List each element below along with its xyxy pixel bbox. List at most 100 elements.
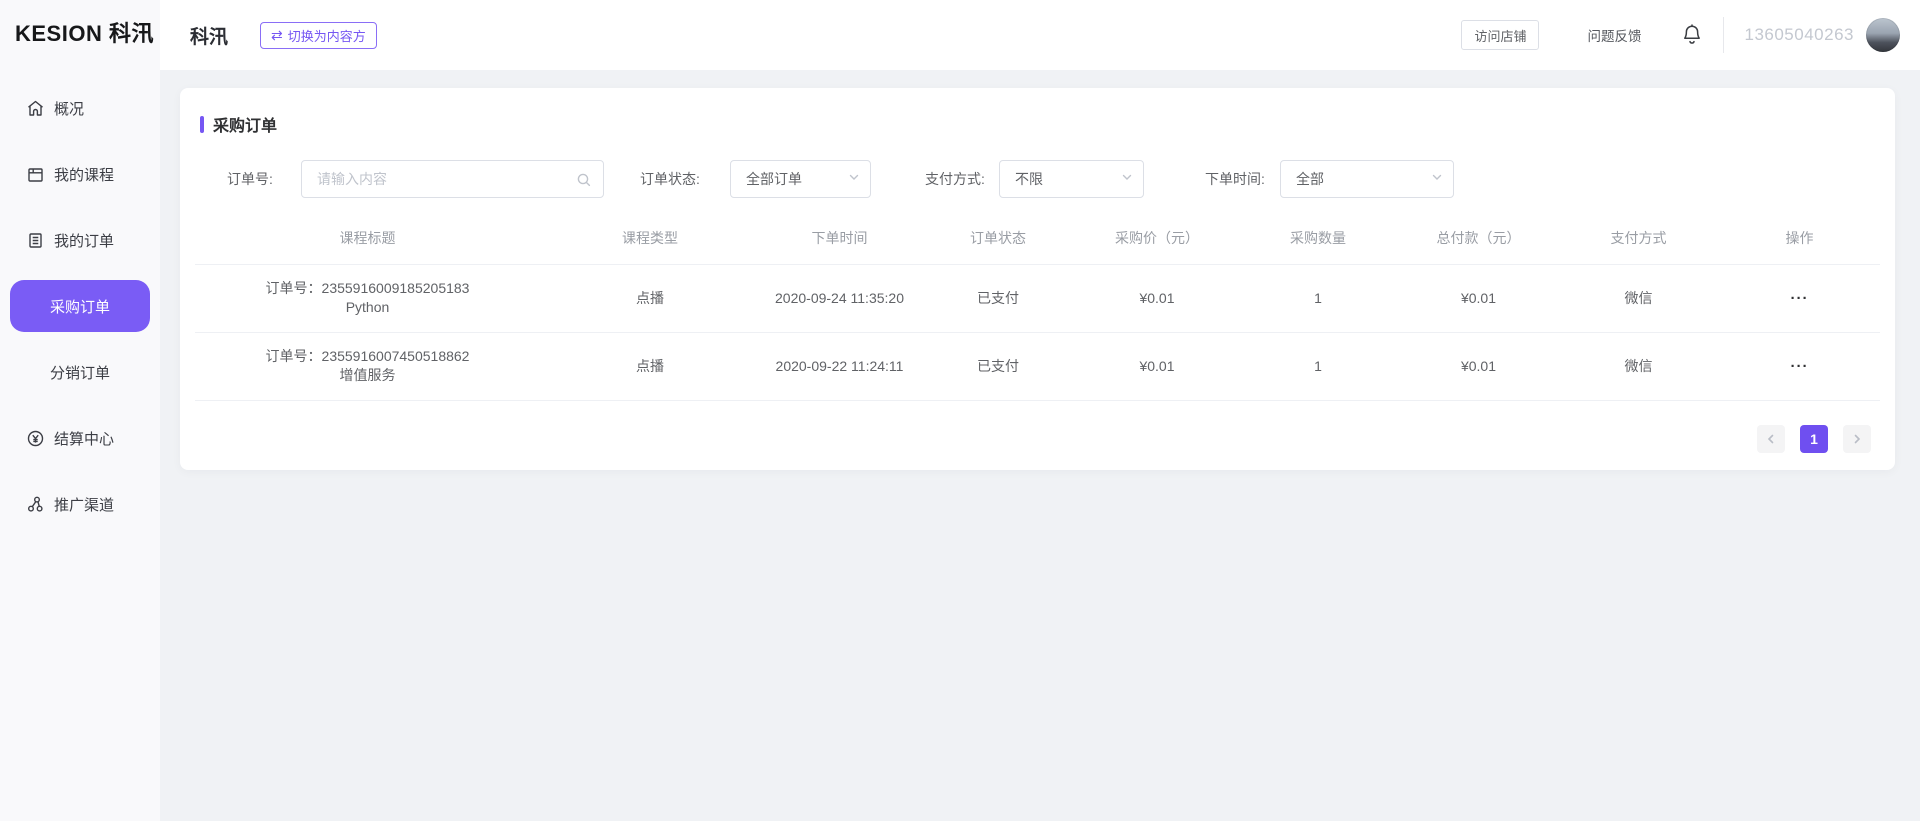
switch-role-button[interactable]: ⇄ 切换为内容方 (260, 22, 377, 49)
cell-actions: ··· (1719, 264, 1880, 332)
sidebar-item-label: 分销订单 (50, 362, 110, 383)
sidebar: KESION 科汛 概况 我的课程 我的订单 采购订单 分销订单 (0, 0, 160, 821)
table-row: 订单号：2355916007450518862 增值服务 点播 2020-09-… (195, 332, 1880, 400)
col-actions: 操作 (1719, 212, 1880, 264)
orders-table: 课程标题 课程类型 下单时间 订单状态 采购价（元） 采购数量 总付款（元） 支… (195, 212, 1880, 401)
col-course-title: 课程标题 (195, 212, 540, 264)
feedback-link[interactable]: 问题反馈 (1587, 25, 1641, 45)
cell-order-time: 2020-09-24 11:35:20 (760, 264, 919, 332)
sidebar-item-settlement-center[interactable]: 结算中心 (0, 405, 160, 471)
course-title: Python (195, 298, 540, 317)
chevron-right-icon (1851, 433, 1863, 445)
cell-total-paid: ¥0.01 (1399, 332, 1558, 400)
pay-method-label: 支付方式: (925, 160, 985, 198)
switch-role-label: 切换为内容方 (288, 26, 366, 45)
cell-course-type: 点播 (540, 264, 760, 332)
title-accent-bar (200, 116, 204, 133)
chevron-down-icon (1121, 170, 1133, 188)
col-purchase-price: 采购价（元） (1077, 212, 1237, 264)
col-quantity: 采购数量 (1237, 212, 1399, 264)
row-actions-button[interactable]: ··· (1791, 358, 1809, 375)
row-actions-button[interactable]: ··· (1791, 290, 1809, 307)
order-doc-icon (26, 231, 45, 250)
order-no-input-wrap (301, 160, 604, 198)
bell-icon[interactable] (1681, 23, 1703, 47)
cell-course-title: 订单号：2355916007450518862 增值服务 (195, 332, 540, 400)
table-row: 订单号：2355916009185205183 Python 点播 2020-0… (195, 264, 1880, 332)
visit-store-label: 访问店铺 (1474, 26, 1526, 45)
pagination-next-button[interactable] (1843, 425, 1871, 453)
brand-logo: KESION 科汛 (0, 0, 160, 48)
order-no-input[interactable] (302, 161, 603, 197)
purchase-orders-card: 采购订单 订单号: 订单状态: 全部订单 支付方式: 不限 (180, 88, 1895, 470)
order-number: 订单号：2355916007450518862 (195, 347, 540, 366)
col-order-time: 下单时间 (760, 212, 919, 264)
sidebar-item-my-courses[interactable]: 我的课程 (0, 141, 160, 207)
chevron-left-icon (1765, 433, 1777, 445)
sidebar-item-label: 推广渠道 (54, 494, 114, 515)
pagination-prev-button[interactable] (1757, 425, 1785, 453)
filter-bar: 订单号: 订单状态: 全部订单 支付方式: 不限 (180, 160, 1895, 198)
cell-purchase-price: ¥0.01 (1077, 264, 1237, 332)
order-no-label: 订单号: (227, 160, 273, 198)
course-box-icon (26, 165, 45, 184)
cell-order-time: 2020-09-22 11:24:11 (760, 332, 919, 400)
sidebar-item-promotion-channels[interactable]: 推广渠道 (0, 471, 160, 537)
home-icon (26, 99, 45, 118)
order-time-select[interactable]: 全部 (1280, 160, 1454, 198)
sidebar-item-label: 我的课程 (54, 164, 114, 185)
top-header: 科汛 ⇄ 切换为内容方 访问店铺 问题反馈 13605040263 (160, 0, 1920, 70)
order-status-value: 全部订单 (746, 169, 848, 189)
cell-total-paid: ¥0.01 (1399, 264, 1558, 332)
cell-course-type: 点播 (540, 332, 760, 400)
user-avatar[interactable] (1866, 18, 1900, 52)
cell-order-status: 已支付 (919, 332, 1077, 400)
order-status-select[interactable]: 全部订单 (730, 160, 871, 198)
app-title: 科汛 (190, 22, 228, 49)
pay-method-select[interactable]: 不限 (999, 160, 1144, 198)
sidebar-item-label: 结算中心 (54, 428, 114, 449)
page-title: 采购订单 (213, 112, 277, 136)
main-area: 采购订单 订单号: 订单状态: 全部订单 支付方式: 不限 (160, 70, 1920, 821)
course-title: 增值服务 (195, 366, 540, 385)
search-icon[interactable] (576, 172, 592, 193)
order-number: 订单号：2355916009185205183 (195, 279, 540, 298)
col-course-type: 课程类型 (540, 212, 760, 264)
sidebar-item-label: 采购订单 (50, 296, 110, 317)
account-phone-number: 13605040263 (1744, 25, 1854, 45)
cell-actions: ··· (1719, 332, 1880, 400)
sidebar-item-purchase-orders[interactable]: 采购订单 (10, 280, 150, 332)
cell-course-title: 订单号：2355916009185205183 Python (195, 264, 540, 332)
promotion-nodes-icon (26, 495, 45, 514)
chevron-down-icon (848, 170, 860, 188)
chevron-down-icon (1431, 170, 1443, 188)
col-pay-method: 支付方式 (1558, 212, 1719, 264)
pay-method-value: 不限 (1015, 169, 1121, 189)
cell-order-status: 已支付 (919, 264, 1077, 332)
order-time-value: 全部 (1296, 169, 1431, 189)
swap-arrows-icon: ⇄ (271, 28, 283, 42)
card-title-row: 采购订单 (200, 112, 277, 136)
sidebar-item-my-orders[interactable]: 我的订单 (0, 207, 160, 273)
order-time-label: 下单时间: (1205, 160, 1265, 198)
sidebar-item-label: 我的订单 (54, 230, 114, 251)
col-order-status: 订单状态 (919, 212, 1077, 264)
settlement-yen-icon (26, 429, 45, 448)
col-total-paid: 总付款（元） (1399, 212, 1558, 264)
cell-quantity: 1 (1237, 264, 1399, 332)
table-header-row: 课程标题 课程类型 下单时间 订单状态 采购价（元） 采购数量 总付款（元） 支… (195, 212, 1880, 264)
sidebar-nav: 概况 我的课程 我的订单 采购订单 分销订单 结算中心 (0, 75, 160, 537)
pagination: 1 (1757, 425, 1871, 453)
sidebar-item-purchase-orders-wrap: 采购订单 (0, 273, 160, 339)
cell-quantity: 1 (1237, 332, 1399, 400)
cell-purchase-price: ¥0.01 (1077, 332, 1237, 400)
sidebar-item-overview[interactable]: 概况 (0, 75, 160, 141)
sidebar-item-label: 概况 (54, 98, 84, 119)
header-divider (1723, 17, 1724, 53)
sidebar-item-distribution-orders[interactable]: 分销订单 (0, 339, 160, 405)
cell-pay-method: 微信 (1558, 332, 1719, 400)
cell-pay-method: 微信 (1558, 264, 1719, 332)
visit-store-button[interactable]: 访问店铺 (1461, 20, 1539, 50)
pagination-page-1[interactable]: 1 (1800, 425, 1828, 453)
order-status-label: 订单状态: (640, 160, 700, 198)
